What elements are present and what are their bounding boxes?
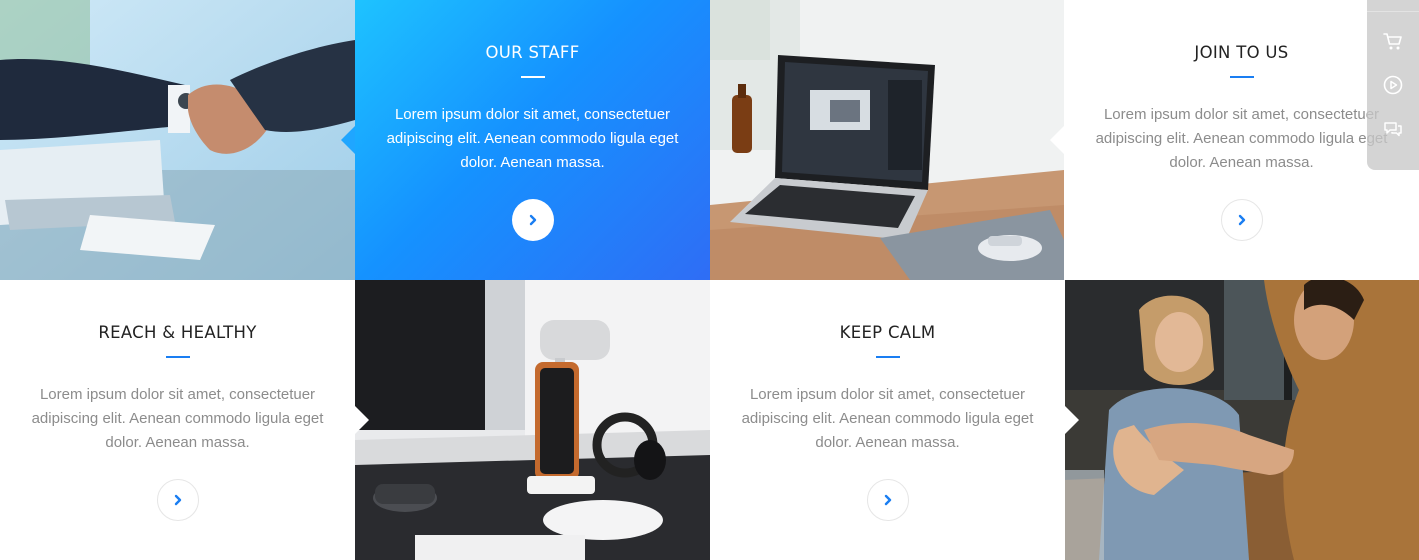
title-underline [875, 356, 900, 358]
chevron-right-icon [884, 494, 891, 506]
pointer-arrow [341, 126, 355, 154]
read-more-button[interactable] [156, 479, 199, 521]
chevron-right-icon [174, 494, 181, 506]
card-keep-calm: KEEP CALM Lorem ipsum dolor sit amet, co… [710, 280, 1079, 560]
card-title: JOIN TO US [1194, 43, 1289, 62]
card-title: REACH & HEALTHY [98, 323, 257, 342]
cart-icon[interactable] [1381, 29, 1405, 53]
card-our-staff: OUR STAFF Lorem ipsum dolor sit amet, co… [341, 0, 710, 280]
team-meeting-photo [1064, 280, 1419, 560]
laptop-photo [710, 0, 1065, 280]
read-more-button[interactable] [866, 479, 909, 521]
chevron-right-icon [529, 214, 536, 226]
chat-icon[interactable] [1381, 117, 1405, 141]
pointer-arrow [355, 406, 369, 434]
play-icon[interactable] [1381, 73, 1405, 97]
card-description: Lorem ipsum dolor sit amet, consectetuer… [31, 386, 324, 451]
desk-phone-photo [355, 280, 710, 560]
pointer-arrow [1065, 406, 1079, 434]
card-reach-healthy: REACH & HEALTHY Lorem ipsum dolor sit am… [0, 280, 369, 560]
read-more-button[interactable] [1220, 199, 1263, 241]
card-description: Lorem ipsum dolor sit amet, consectetuer… [1095, 106, 1388, 171]
read-more-button[interactable] [511, 199, 554, 241]
pointer-arrow [1050, 126, 1064, 154]
chevron-right-icon [1238, 214, 1245, 226]
toolbar-divider [1367, 11, 1419, 12]
services-grid: OUR STAFF Lorem ipsum dolor sit amet, co… [0, 0, 1419, 560]
title-underline [520, 76, 545, 78]
card-description: Lorem ipsum dolor sit amet, consectetuer… [741, 386, 1034, 451]
floating-toolbar [1367, 0, 1419, 170]
card-title: KEEP CALM [839, 323, 936, 342]
card-description: Lorem ipsum dolor sit amet, consectetuer… [386, 106, 679, 171]
title-underline [1229, 76, 1254, 78]
title-underline [165, 356, 190, 358]
card-join-to-us: JOIN TO US Lorem ipsum dolor sit amet, c… [1050, 0, 1419, 280]
card-title: OUR STAFF [485, 43, 580, 62]
handshake-photo [0, 0, 355, 280]
